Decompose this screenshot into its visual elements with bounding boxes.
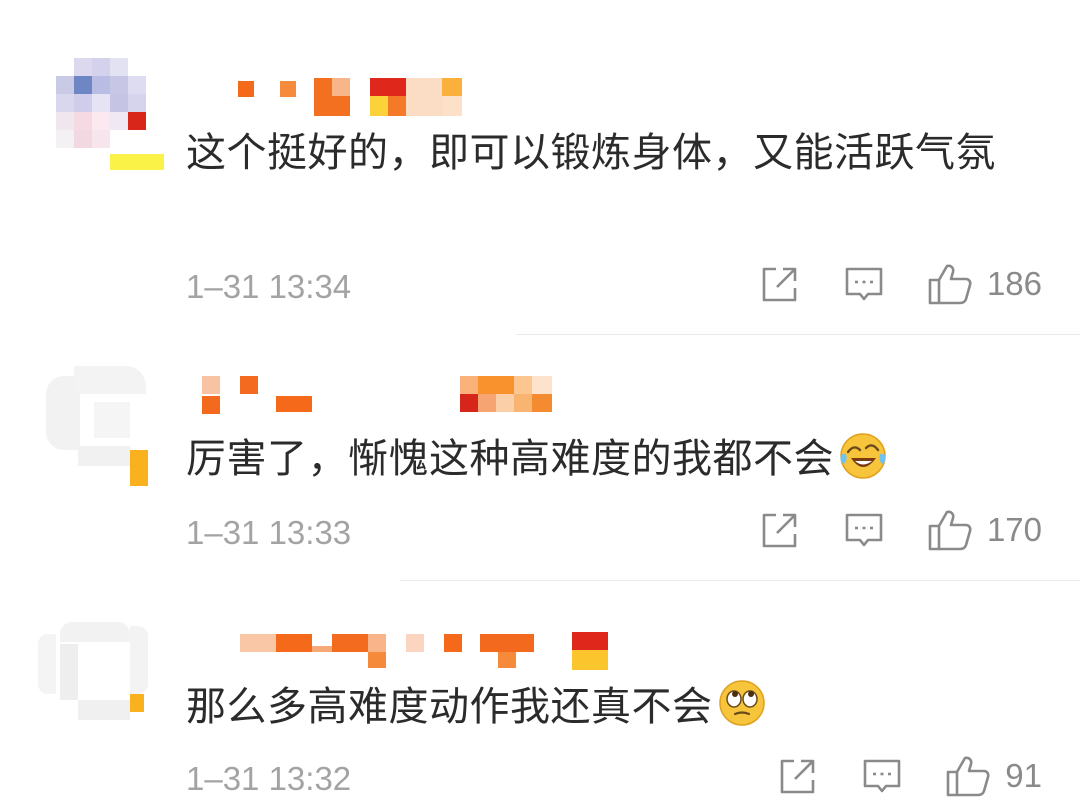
share-button[interactable] xyxy=(759,509,801,551)
comment-time: 1–31 13:32 xyxy=(186,760,352,797)
comment-item: 厉害了，惭愧这种高难度的我都不会 1–31 13:33 170 xyxy=(0,336,1080,581)
like-icon xyxy=(928,510,972,551)
comment-time: 1–31 13:33 xyxy=(186,514,352,551)
comment-item: 那么多高难度动作我还真不会 1–31 13:32 91 xyxy=(0,582,1080,803)
like-icon xyxy=(946,756,990,797)
comment-actions: 170 xyxy=(717,508,1042,552)
comment-text: 厉害了，惭愧这种高难度的我都不会 xyxy=(186,428,1046,490)
comment-text: 这个挺好的，即可以锻炼身体，又能活跃气氛 xyxy=(186,122,1046,184)
like-count: 186 xyxy=(986,265,1042,302)
avatar[interactable] xyxy=(56,58,168,170)
like-icon xyxy=(928,264,972,305)
like-count: 170 xyxy=(986,511,1042,548)
comment-icon xyxy=(863,759,901,793)
laugh-cry-emoji xyxy=(840,433,886,479)
like-button[interactable]: 91 xyxy=(945,754,1042,798)
username[interactable] xyxy=(240,632,612,672)
rolling-eyes-emoji xyxy=(718,680,765,726)
like-button[interactable]: 186 xyxy=(927,262,1042,306)
divider xyxy=(400,580,1080,581)
share-icon xyxy=(762,513,797,548)
comment-item: 这个挺好的，即可以锻炼身体，又能活跃气氛 1–31 13:34 186 xyxy=(0,0,1080,335)
share-icon xyxy=(780,759,815,794)
divider xyxy=(516,334,1080,335)
like-count: 91 xyxy=(1005,757,1042,794)
reply-button[interactable] xyxy=(861,755,903,797)
avatar[interactable] xyxy=(38,366,152,490)
comment-icon xyxy=(845,267,883,301)
share-button[interactable] xyxy=(759,263,801,305)
comment-time: 1–31 13:34 xyxy=(186,268,352,305)
comment-icon xyxy=(845,513,883,547)
like-button[interactable]: 170 xyxy=(927,508,1042,552)
share-icon xyxy=(762,267,797,302)
comment-text-body: 厉害了，惭愧这种高难度的我都不会 xyxy=(186,436,834,482)
share-button[interactable] xyxy=(777,755,819,797)
comment-text: 那么多高难度动作我还真不会 xyxy=(186,676,1046,738)
comment-text-body: 这个挺好的，即可以锻炼身体，又能活跃气氛 xyxy=(186,130,996,176)
comment-actions: 186 xyxy=(717,262,1042,306)
username[interactable] xyxy=(238,78,462,118)
reply-button[interactable] xyxy=(843,509,885,551)
comment-text-body: 那么多高难度动作我还真不会 xyxy=(186,684,713,730)
comment-actions: 91 xyxy=(735,754,1042,798)
avatar[interactable] xyxy=(38,616,152,726)
reply-button[interactable] xyxy=(843,263,885,305)
username[interactable] xyxy=(202,376,562,416)
